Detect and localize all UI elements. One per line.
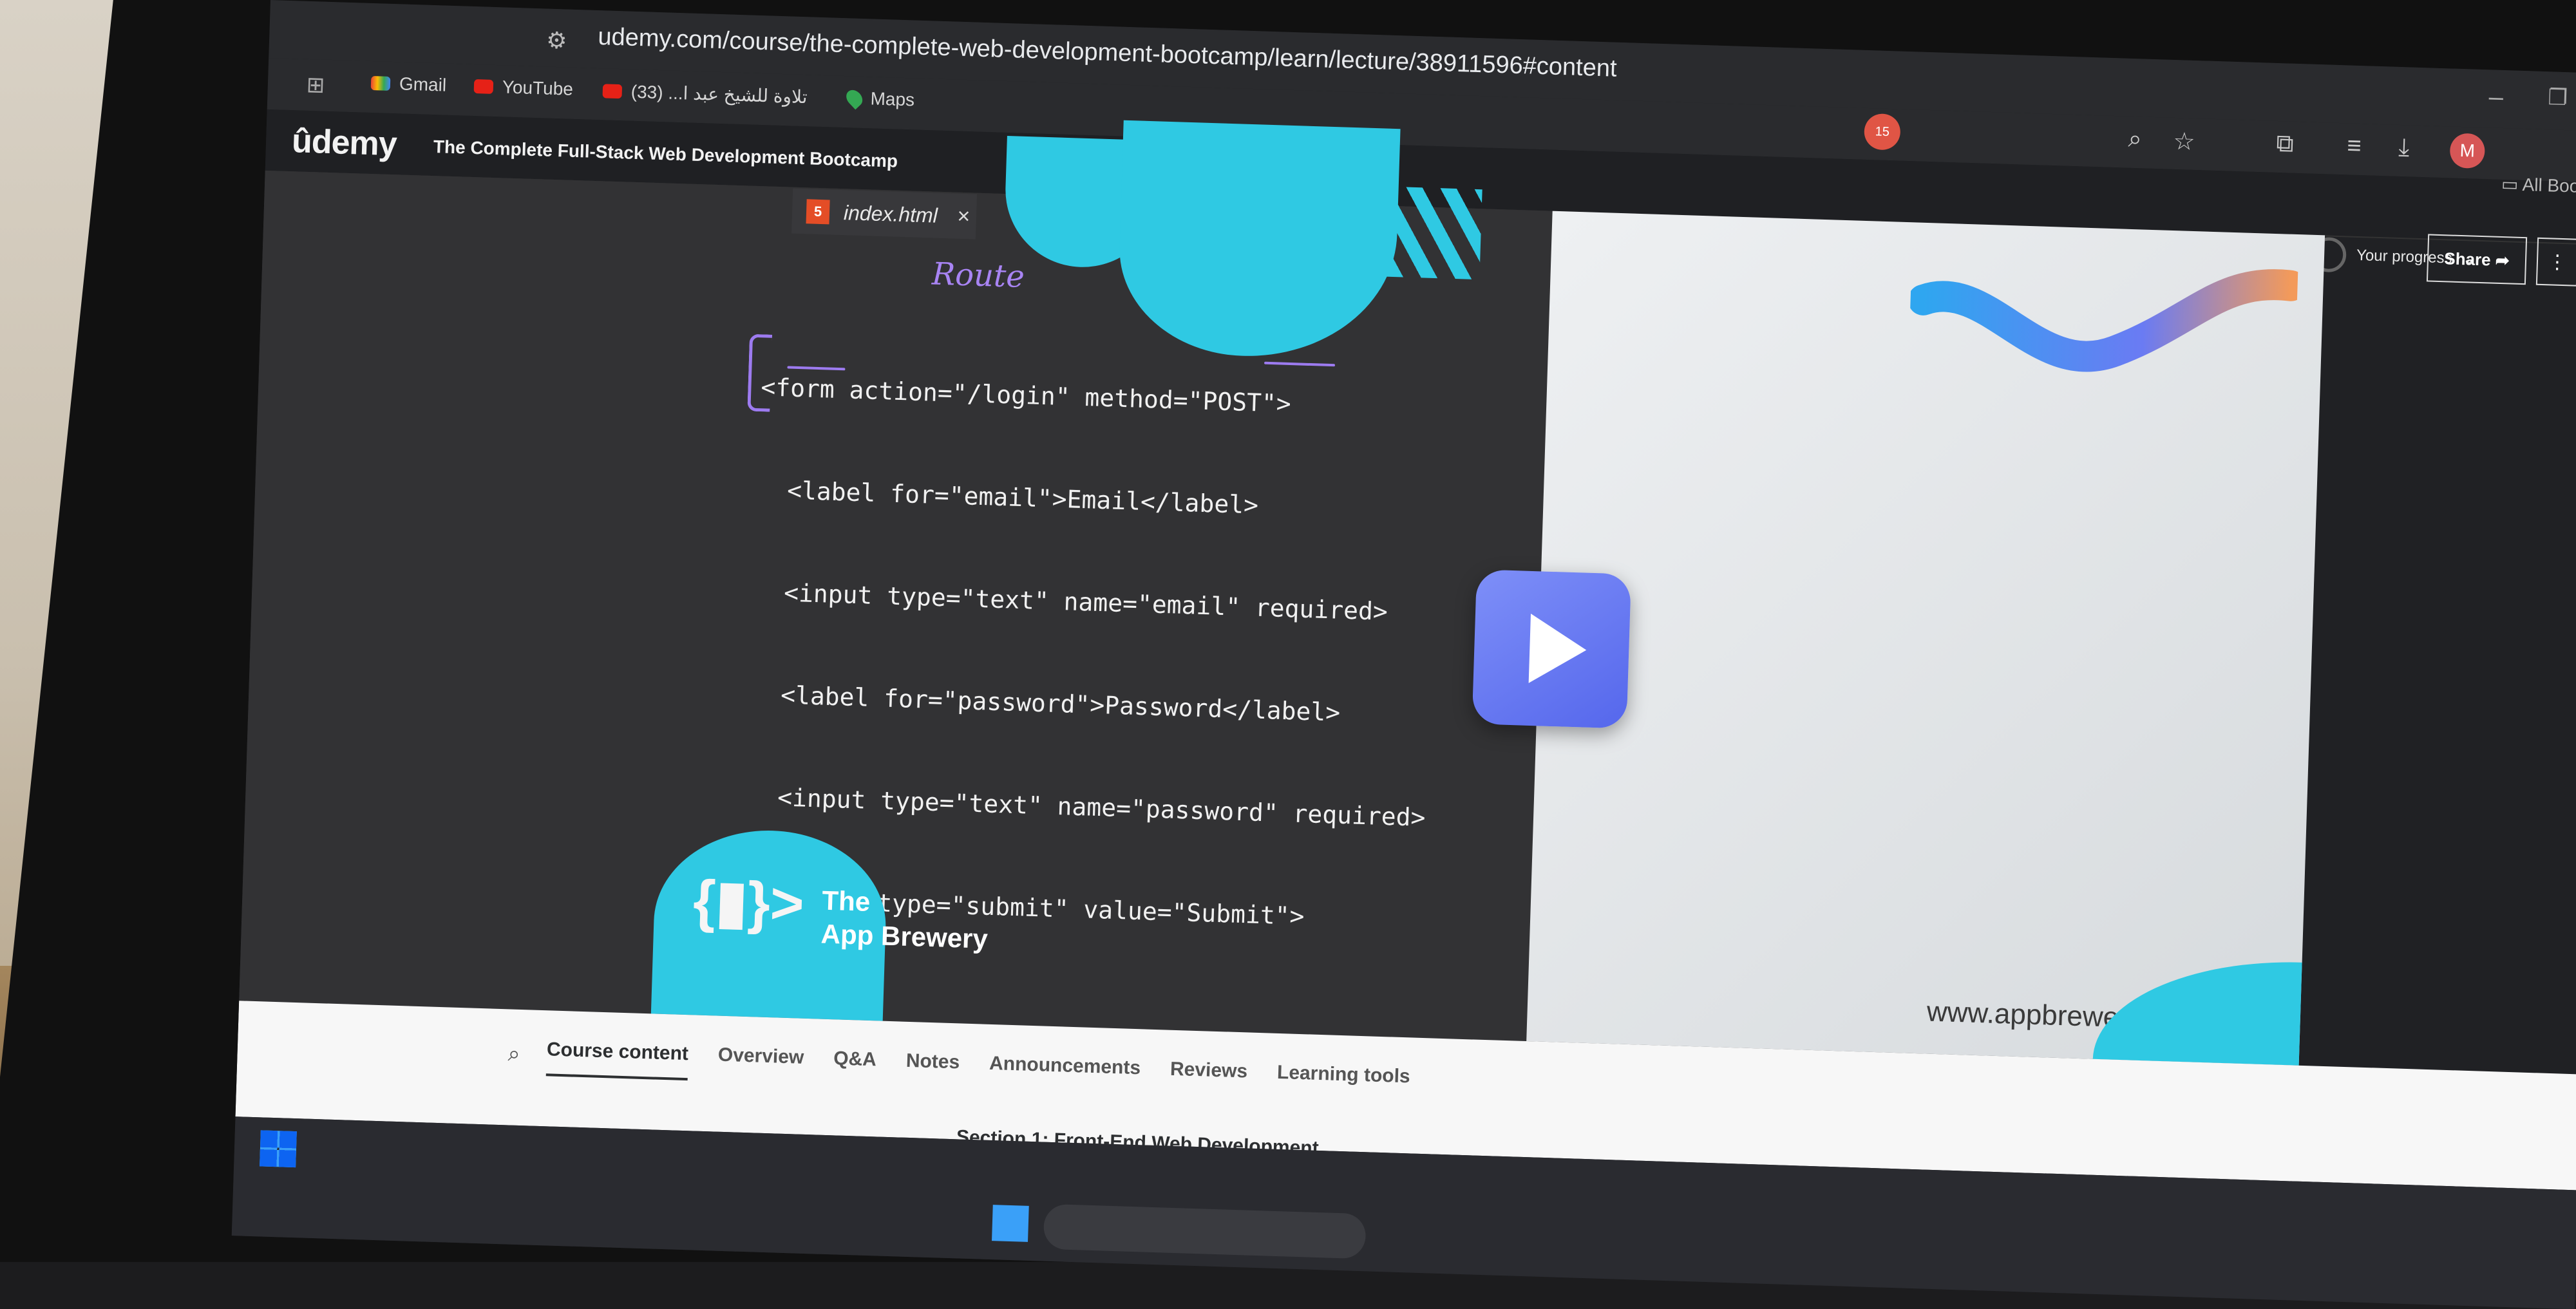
handwritten-annotation: Route (931, 256, 1025, 295)
site-info-icon[interactable]: ⚙ (546, 26, 568, 54)
decorative-wave (1908, 269, 2298, 372)
tab-reviews[interactable]: Reviews (1170, 1059, 1248, 1098)
decorative-corner (2092, 956, 2302, 1066)
youtube-icon (602, 83, 623, 99)
tab-course-content[interactable]: Course content (545, 1039, 689, 1081)
code-line: <input type="text" name="password" requi… (747, 782, 1426, 832)
html5-icon: 5 (806, 199, 830, 225)
bookmark-youtube[interactable]: YouTube (473, 76, 573, 100)
gmail-icon (370, 75, 391, 91)
reading-list-icon[interactable]: ≡ (2347, 132, 2362, 160)
apps-grid-icon[interactable]: ⊞ (306, 72, 325, 99)
brand-line-1: The (821, 885, 871, 917)
minimize-icon[interactable]: – (2488, 82, 2504, 112)
udemy-logo[interactable]: ûdemy (291, 122, 397, 164)
video-player[interactable]: 5 index.html × Route <form action="/logi… (239, 120, 2325, 1066)
share-label: Share (2443, 248, 2492, 269)
code-line: <form action="/login" method="POST"> (760, 373, 1292, 419)
editor-tab-label: index.html (843, 200, 938, 227)
start-button-icon[interactable] (992, 1205, 1029, 1242)
code-line: <label for="email">Email</label> (757, 475, 1259, 520)
editor-tab: 5 index.html × (791, 188, 977, 240)
tab-learning-tools[interactable]: Learning tools (1276, 1062, 1411, 1103)
search-icon[interactable]: ⌕ (507, 1041, 520, 1067)
tab-notes[interactable]: Notes (905, 1050, 960, 1089)
bookmark-label: YouTube (502, 77, 574, 99)
search-icon[interactable]: ⌕ (2128, 126, 2143, 154)
all-bookmarks[interactable]: ▭ All Bookm (2501, 173, 2576, 198)
folder-icon: ▭ (2501, 173, 2523, 194)
course-title[interactable]: The Complete Full-Stack Web Development … (433, 137, 898, 172)
bookmark-maps[interactable]: Maps (843, 86, 915, 110)
profile-avatar[interactable]: M (2449, 133, 2486, 169)
bookmark-label: Maps (870, 88, 915, 110)
bookmark-quran[interactable]: تلاوة للشيخ عبد ا... (33) (602, 80, 808, 108)
app-brewery-logo-icon: {▮}> (692, 869, 805, 937)
star-icon[interactable]: ☆ (2173, 127, 2195, 156)
course-tabs: Course content Overview Q&A Notes Announ… (545, 1039, 1411, 1103)
code-line: <label for="password">Password</label> (750, 679, 1341, 727)
play-icon (1528, 613, 1587, 685)
tab-overview[interactable]: Overview (717, 1044, 804, 1084)
taskbar-search[interactable] (1043, 1203, 1367, 1259)
share-arrow-icon: ➦ (2490, 250, 2510, 270)
code-line: <input type="text" name="email" required… (753, 578, 1388, 626)
all-bookmarks-label: All Bookm (2522, 174, 2576, 197)
brand-line-2: App Brewery (820, 918, 989, 954)
bookmark-gmail[interactable]: Gmail (370, 73, 447, 96)
extension-badge-icon[interactable]: 15 (1863, 113, 1901, 151)
extensions-icon[interactable]: ⧉ (2276, 130, 2294, 158)
share-button[interactable]: Share ➦ (2426, 234, 2528, 285)
decorative-stripes (1318, 184, 1482, 280)
restore-icon[interactable]: ❐ (2548, 84, 2568, 111)
screen: ⚙ udemy.com/course/the-complete-web-deve… (231, 0, 2576, 1309)
maps-pin-icon (843, 86, 866, 110)
more-options-button[interactable]: ⋮ (2535, 237, 2576, 287)
play-button[interactable] (1472, 569, 1632, 729)
slide-panel: www.appbrewery.com (1526, 211, 2325, 1066)
tab-announcements[interactable]: Announcements (989, 1053, 1141, 1095)
app-brewery-brand: The App Brewery (820, 884, 989, 956)
code-editor-panel: 5 index.html × Route <form action="/logi… (239, 120, 1553, 1042)
bookmark-label: Gmail (399, 73, 447, 95)
windows-logo-icon[interactable] (260, 1130, 297, 1168)
tab-qa[interactable]: Q&A (833, 1048, 877, 1086)
download-icon[interactable]: ⤓ (2398, 134, 2410, 162)
youtube-icon (473, 79, 494, 94)
bookmark-label: تلاوة للشيخ عبد ا... (33) (630, 81, 808, 108)
close-icon: × (956, 203, 971, 229)
